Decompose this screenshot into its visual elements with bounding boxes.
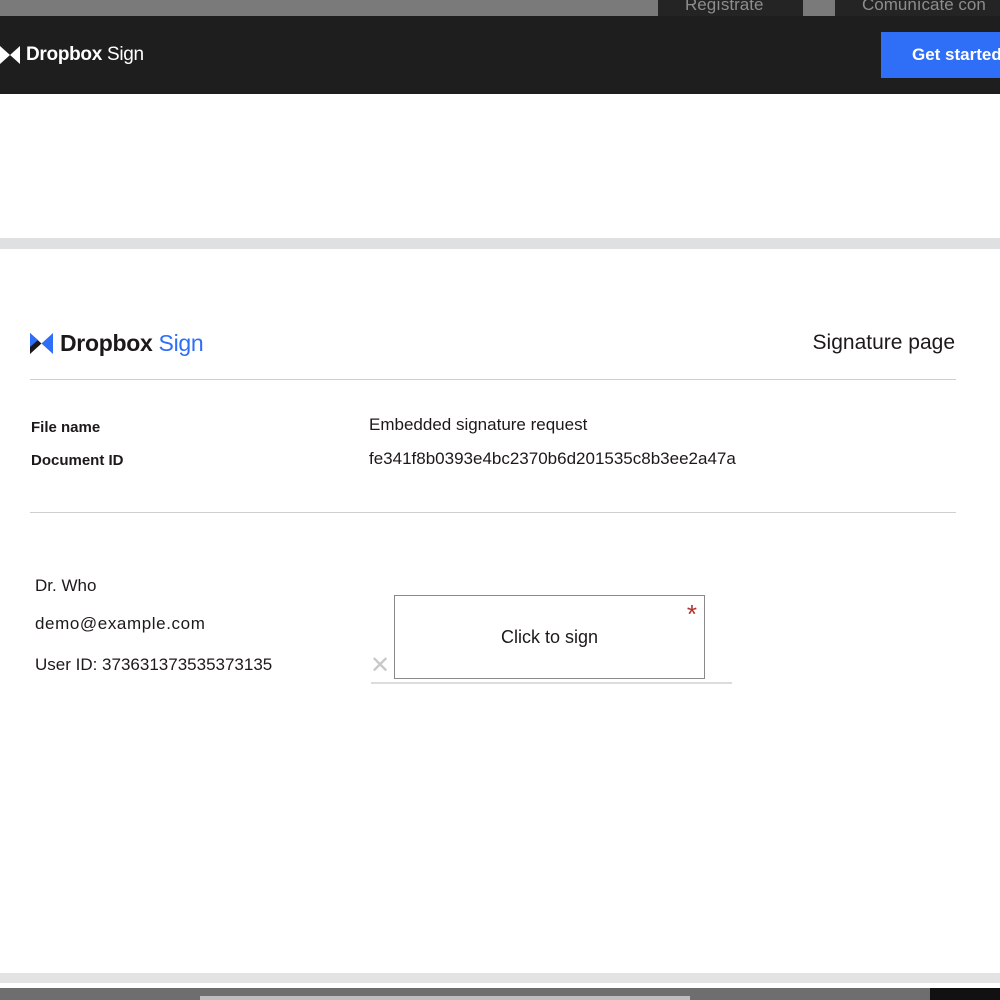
bottom-divider <box>0 973 1000 983</box>
signature-line <box>371 682 732 684</box>
site-header: Dropbox Sign Get started <box>0 16 1000 94</box>
signature-document: Dropbox Sign Signature page File name Em… <box>0 249 1000 971</box>
signer-user-id: User ID: 373631373535373135 <box>35 655 273 674</box>
dropbox-logo-icon <box>0 46 20 64</box>
header-logo[interactable]: Dropbox Sign <box>0 44 144 66</box>
signer-email: demo@example.com <box>35 614 206 633</box>
bottom-scroll-area <box>0 971 1000 1000</box>
document-logo-text: Dropbox Sign <box>60 330 204 356</box>
contact-label: Comunícate con <box>862 0 986 14</box>
signer-name: Dr. Who <box>35 576 97 595</box>
dropbox-logo-icon <box>30 333 53 354</box>
background-page-strip: Regístrate Comunícate con <box>0 0 1000 16</box>
register-button[interactable]: Regístrate <box>658 0 803 16</box>
get-started-button[interactable]: Get started <box>881 32 1000 78</box>
required-asterisk-icon: * <box>686 599 697 629</box>
header-logo-text: Dropbox Sign <box>26 44 144 65</box>
click-to-sign-button[interactable]: Click to sign * <box>394 595 705 679</box>
divider <box>30 379 956 380</box>
divider <box>30 512 956 513</box>
file-name-value: Embedded signature request <box>369 415 588 434</box>
blank-area <box>0 94 1000 238</box>
register-label: Regístrate <box>685 0 764 14</box>
section-divider <box>0 238 1000 249</box>
document-logo: Dropbox Sign <box>30 330 204 357</box>
document-id-label: Document ID <box>31 452 124 469</box>
click-to-sign-label: Click to sign <box>500 627 599 647</box>
horizontal-scrollbar[interactable] <box>200 996 690 1000</box>
contact-button[interactable]: Comunícate con <box>835 0 1000 16</box>
file-name-label: File name <box>31 419 101 436</box>
bottom-corner <box>930 988 1000 1000</box>
page-title: Signature page <box>812 331 955 354</box>
document-id-value: fe341f8b0393e4bc2370b6d201535c8b3ee2a47a <box>369 449 736 468</box>
signature-x-icon: ✕ <box>370 652 391 679</box>
